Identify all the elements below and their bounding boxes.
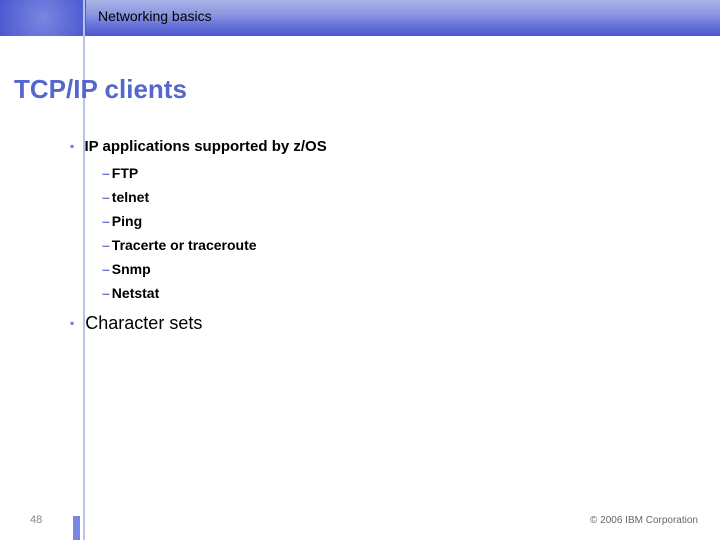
sub-bullet: –telnet (102, 189, 670, 205)
dash-icon: – (102, 213, 110, 229)
sub-bullet: –Ping (102, 213, 670, 229)
sub-bullet: –Tracerte or traceroute (102, 237, 670, 253)
footer-accent (73, 516, 80, 540)
footer: 48 © 2006 IBM Corporation (0, 512, 720, 540)
sub-bullet: –Netstat (102, 285, 670, 301)
dash-icon: – (102, 165, 110, 181)
sub-bullet-text: FTP (112, 165, 138, 181)
dash-icon: – (102, 285, 110, 301)
bullet-second: ▪ Character sets (70, 313, 670, 334)
header-accent (0, 0, 86, 36)
sub-bullet-text: Netstat (112, 285, 159, 301)
sub-bullet-text: Snmp (112, 261, 151, 277)
square-bullet-icon: ▪ (70, 139, 74, 153)
dash-icon: – (102, 261, 110, 277)
bullet-main: ▪ IP applications supported by z/OS (70, 138, 670, 155)
sub-bullet: –FTP (102, 165, 670, 181)
sub-bullet-text: Ping (112, 213, 142, 229)
slide: Networking basics TCP/IP clients ▪ IP ap… (0, 0, 720, 540)
sub-bullet-list: –FTP –telnet –Ping –Tracerte or tracerou… (102, 165, 670, 301)
bullet-second-text: Character sets (85, 313, 202, 333)
sub-bullet-text: telnet (112, 189, 149, 205)
bullet-main-text: IP applications supported by z/OS (84, 138, 326, 155)
content-area: ▪ IP applications supported by z/OS –FTP… (70, 138, 670, 344)
slide-title: TCP/IP clients (14, 74, 187, 105)
header-section-title: Networking basics (98, 8, 212, 24)
dash-icon: – (102, 189, 110, 205)
page-number: 48 (30, 514, 42, 526)
dash-icon: – (102, 237, 110, 253)
square-bullet-icon: ▪ (70, 316, 74, 330)
copyright: © 2006 IBM Corporation (590, 515, 698, 526)
sub-bullet: –Snmp (102, 261, 670, 277)
sub-bullet-text: Tracerte or traceroute (112, 237, 257, 253)
